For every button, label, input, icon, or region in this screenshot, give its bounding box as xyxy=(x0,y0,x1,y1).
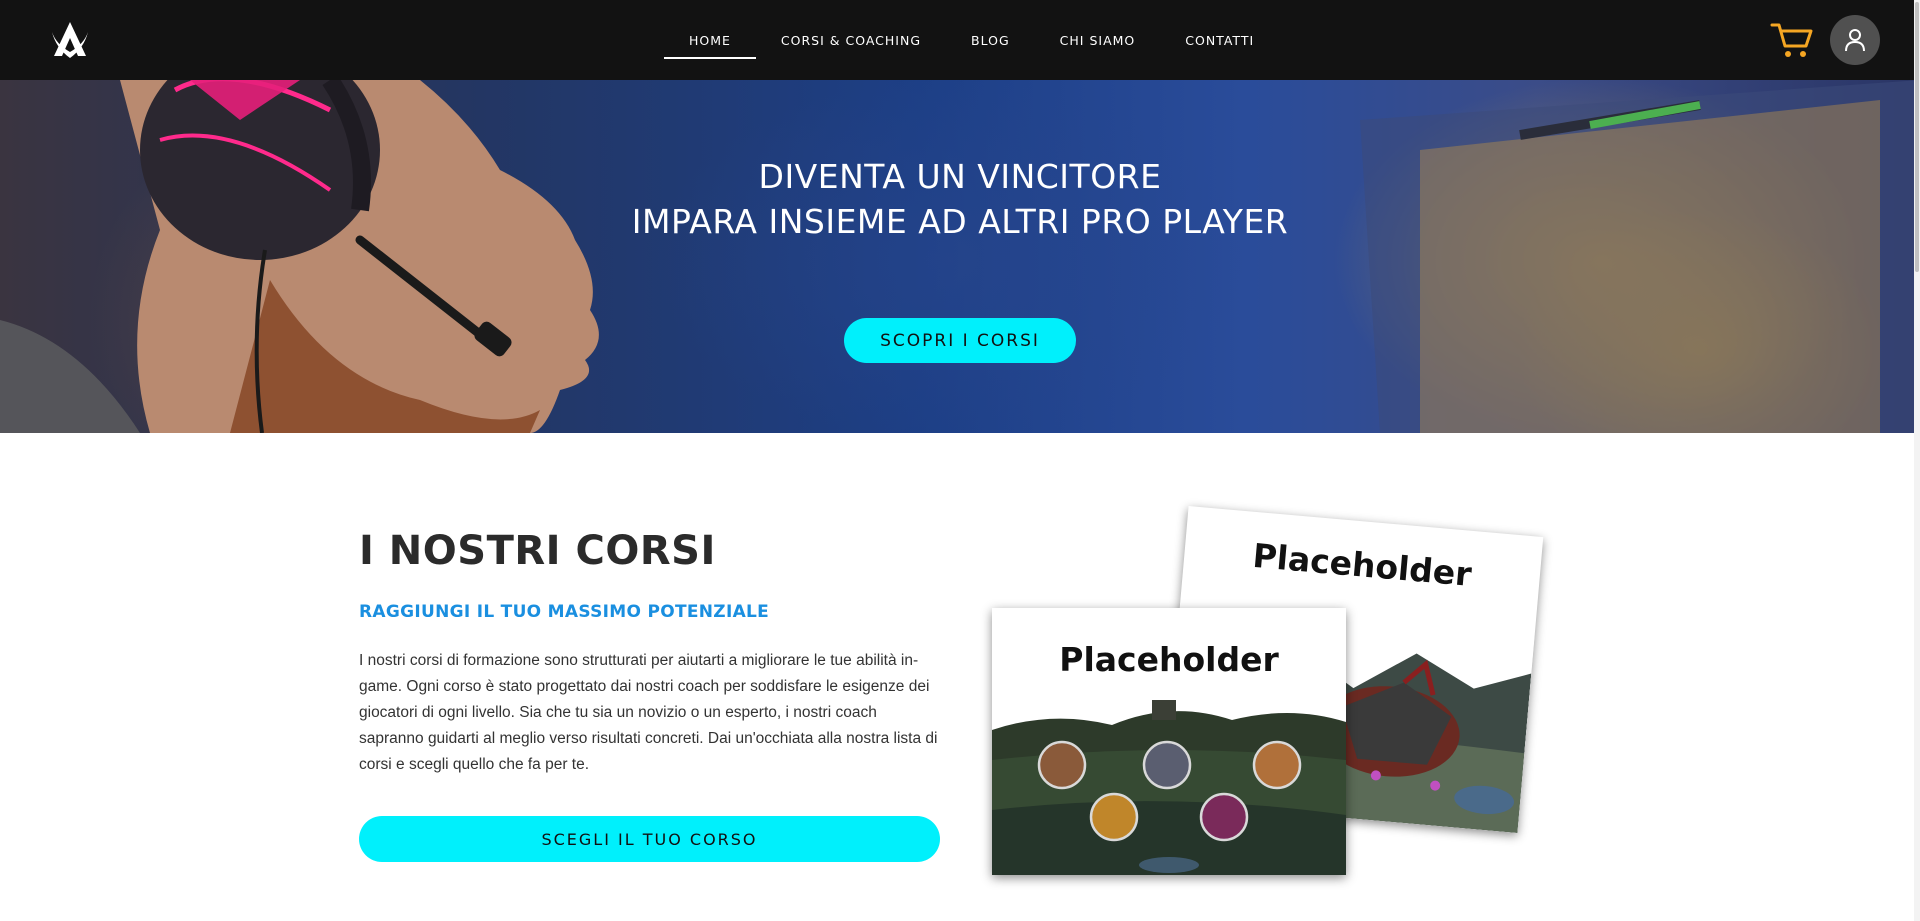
nav-home[interactable]: HOME xyxy=(664,0,756,80)
top-navigation-bar: HOME CORSI & COACHING BLOG CHI SIAMO CON… xyxy=(0,0,1920,80)
cart-icon[interactable] xyxy=(1770,20,1814,60)
course-card-front[interactable]: Placeholder xyxy=(992,608,1346,875)
nav-blog[interactable]: BLOG xyxy=(946,0,1035,80)
nav-home-label: HOME xyxy=(689,32,731,48)
nav-courses-coaching[interactable]: CORSI & COACHING xyxy=(756,0,946,80)
nav-contacts[interactable]: CONTATTI xyxy=(1160,0,1279,80)
hero-banner: DIVENTA UN VINCITORE IMPARA INSIEME AD A… xyxy=(0,80,1920,433)
scrollbar-thumb[interactable] xyxy=(1915,2,1919,272)
courses-description: I nostri corsi di formazione sono strutt… xyxy=(359,652,938,773)
user-icon xyxy=(1845,29,1865,52)
discover-courses-button[interactable]: SCOPRI I CORSI xyxy=(844,318,1076,363)
nav-about-label: CHI SIAMO xyxy=(1059,32,1136,48)
hero-title-line1: DIVENTA UN VINCITORE xyxy=(758,157,1162,196)
card-title: Placeholder xyxy=(1059,640,1279,679)
courses-section-title: I NOSTRI CORSI xyxy=(359,528,716,574)
courses-section-subtitle: RAGGIUNGI IL TUO MASSIMO POTENZIALE xyxy=(359,602,770,622)
card-title: Placeholder xyxy=(1251,535,1474,594)
hero-title-line2: IMPARA INSIEME AD ALTRI PRO PLAYER xyxy=(631,202,1289,241)
logo-icon[interactable] xyxy=(48,18,92,62)
user-account-button[interactable] xyxy=(1830,15,1880,65)
nav-blog-label: BLOG xyxy=(971,32,1010,48)
nav-courses-label: CORSI & COACHING xyxy=(780,32,922,48)
nav-about[interactable]: CHI SIAMO xyxy=(1035,0,1161,80)
game-map-image xyxy=(992,700,1346,875)
main-menu: HOME CORSI & COACHING BLOG CHI SIAMO CON… xyxy=(664,0,1279,80)
nav-contacts-label: CONTATTI xyxy=(1185,32,1255,48)
hero-gamer-image xyxy=(0,80,1920,433)
choose-course-button[interactable]: SCEGLI IL TUO CORSO xyxy=(359,816,940,862)
